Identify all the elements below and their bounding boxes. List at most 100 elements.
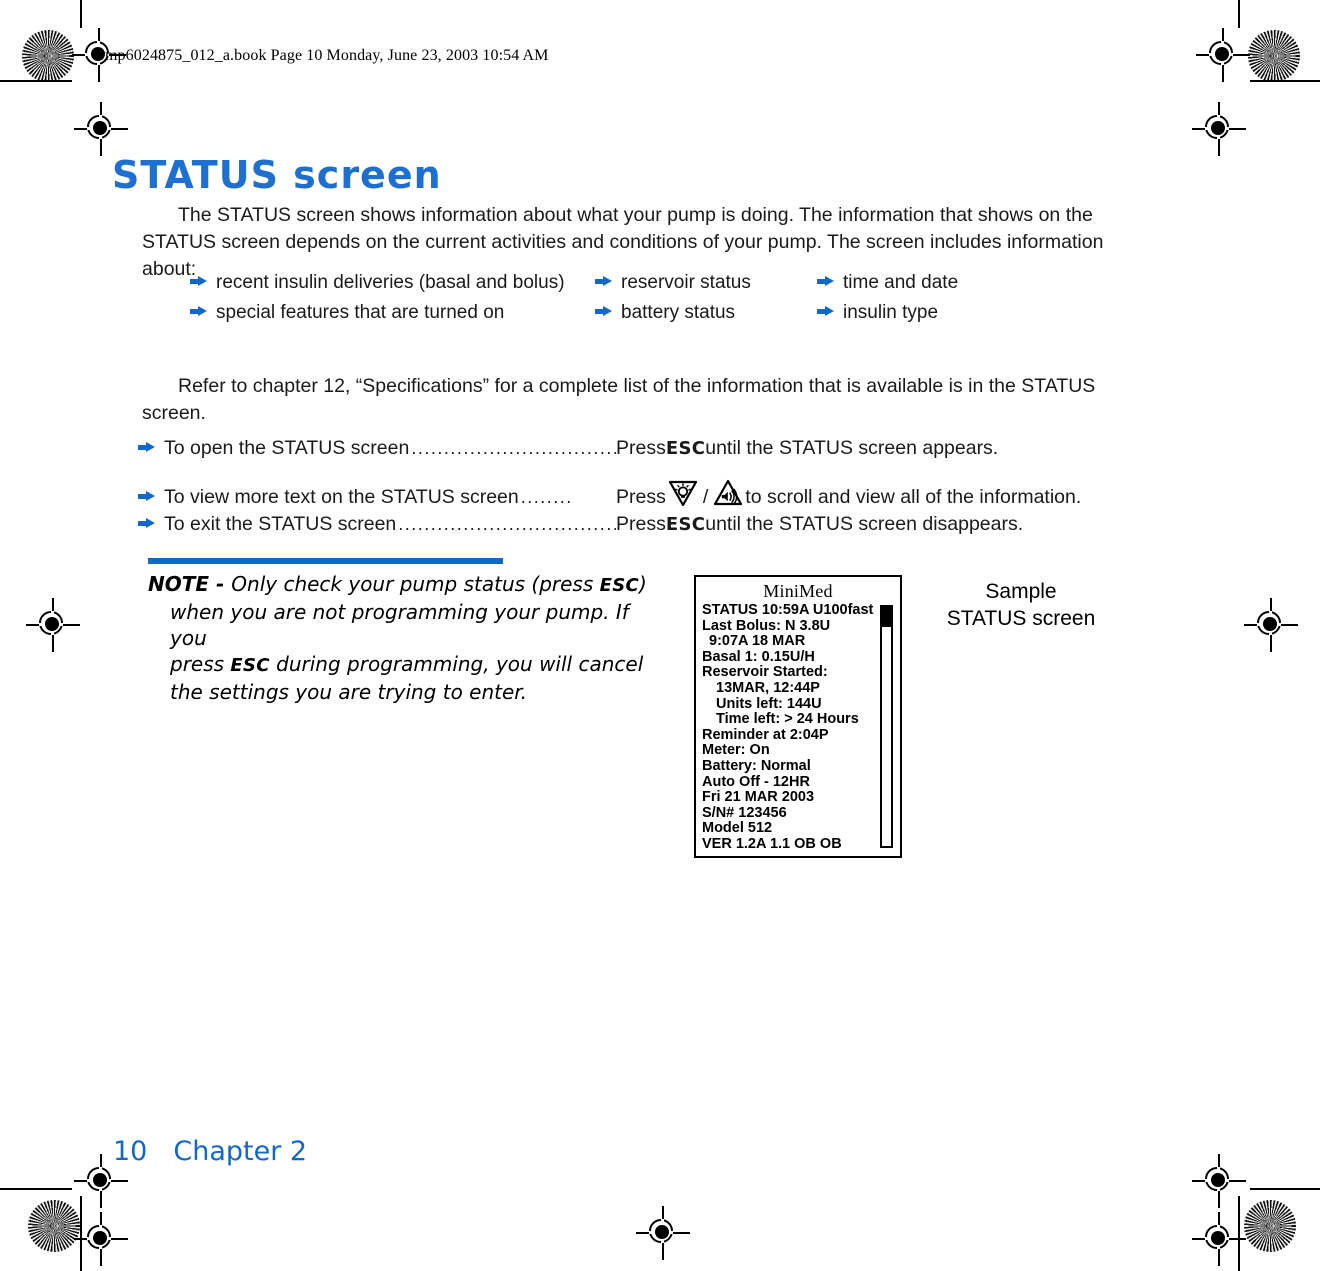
crop-line-bottom-right-h — [1250, 1188, 1320, 1190]
info-bullet-list: recent insulin deliveries (basal and bol… — [190, 272, 958, 324]
lcd-line: Auto Off - 12HR — [702, 773, 810, 790]
step-label-text: To open the STATUS screen — [164, 437, 410, 459]
registration-mark-middle-left — [26, 598, 80, 652]
list-item: insulin type — [817, 302, 958, 324]
list-item: special features that are turned on — [190, 302, 595, 324]
star-target-top-left — [22, 30, 74, 82]
list-item: time and date — [817, 272, 958, 294]
dot-leader: ..................................... — [398, 514, 616, 534]
esc-key-label: ESC — [665, 514, 706, 535]
note-line-3a: press — [170, 652, 231, 676]
registration-mark-bottom-center — [636, 1206, 690, 1260]
arrow-bullet-icon — [595, 306, 612, 317]
step-action-suffix: to scroll and view all of the informatio… — [745, 486, 1082, 508]
lcd-caption-line-2: STATUS screen — [946, 607, 1096, 630]
footer-chapter-label: Chapter 2 — [173, 1136, 308, 1167]
list-item-label: insulin type — [843, 302, 939, 323]
lcd-line: 13MAR, 12:44P — [716, 679, 820, 696]
crop-line-bottom-right-v — [1238, 1196, 1240, 1271]
arrow-bullet-icon — [190, 276, 207, 287]
esc-key-label: ESC — [599, 575, 640, 596]
backlight-down-button-icon — [668, 479, 698, 507]
dot-leader: .................................... — [411, 438, 616, 458]
registration-mark-top-right — [1192, 102, 1246, 156]
arrow-bullet-icon — [817, 276, 834, 287]
step-action: Press ESC until the STATUS screen disapp… — [616, 513, 1118, 536]
crop-line-top-right-v — [1238, 0, 1240, 28]
icon-separator: / — [702, 486, 709, 508]
lcd-line: Time left: > 24 Hours — [716, 711, 859, 728]
step-action-suffix: until the STATUS screen disappears. — [705, 513, 1024, 535]
lcd-brand-text: MiniMed — [763, 581, 833, 601]
crop-line-bottom-left-h — [0, 1188, 72, 1190]
dot-leader: ........ — [520, 487, 573, 507]
page-title: STATUS screen — [112, 153, 442, 198]
sound-up-button-icon — [713, 479, 743, 507]
lcd-status-lines: STATUS 10:59A U100fast Last Bolus: N 3.8… — [696, 602, 900, 853]
step-row-exit-status: To exit the STATUS screen ..............… — [138, 513, 1118, 551]
note-title: NOTE - — [148, 572, 232, 596]
step-action-suffix: until the STATUS screen appears. — [705, 437, 999, 459]
arrow-bullet-icon — [138, 442, 155, 453]
lcd-line: Units left: 144U — [716, 695, 822, 712]
esc-key-label: ESC — [230, 655, 270, 676]
note-line-1b: ) — [639, 572, 647, 596]
step-action: Press / to scroll and view all of the in… — [616, 475, 1118, 509]
task-steps-list: To open the STATUS screen ..............… — [138, 437, 1118, 551]
registration-mark-middle-right — [1244, 598, 1298, 652]
lcd-line: Meter: On — [702, 742, 770, 759]
lcd-scrollbar-thumb[interactable] — [882, 607, 891, 627]
lcd-scrollbar[interactable] — [880, 605, 893, 848]
lcd-line: Reminder at 2:04P — [702, 726, 829, 743]
step-action-prefix: Press — [616, 486, 666, 508]
step-action: Press ESC until the STATUS screen appear… — [616, 437, 1118, 460]
step-label: To exit the STATUS screen ..............… — [164, 513, 616, 536]
list-item-label: recent insulin deliveries (basal and bol… — [216, 272, 565, 293]
registration-mark-bottom-inner-left — [74, 1212, 128, 1266]
step-label-text: To exit the STATUS screen — [164, 513, 397, 535]
esc-key-label: ESC — [665, 438, 706, 459]
arrow-bullet-icon — [138, 491, 155, 502]
star-target-bottom-left — [28, 1200, 80, 1252]
note-line-4: the settings you are trying to enter. — [170, 680, 528, 704]
step-label: To view more text on the STATUS screen .… — [164, 486, 616, 509]
lcd-line: Model 512 — [702, 820, 773, 837]
star-target-bottom-right — [1244, 1200, 1296, 1252]
list-item: reservoir status — [595, 272, 817, 294]
lcd-line: Battery: Normal — [702, 757, 811, 774]
intro-paragraph: The STATUS screen shows information abou… — [142, 203, 1104, 280]
list-item: recent insulin deliveries (basal and bol… — [190, 272, 595, 294]
registration-mark-top-inner-right — [1196, 28, 1250, 82]
note-line-3: press ESC during programming, you will c… — [148, 651, 648, 679]
step-label-text: To view more text on the STATUS screen — [164, 486, 519, 508]
refer-paragraph: Refer to chapter 12, “Specifications” fo… — [142, 374, 1096, 424]
list-item-label: special features that are turned on — [216, 302, 505, 323]
arrow-bullet-icon — [817, 306, 834, 317]
crop-line-bottom-left-v — [80, 1196, 82, 1271]
page-footer: 10 Chapter 2 — [113, 1136, 307, 1167]
lcd-line: 9:07A 18 MAR — [709, 633, 806, 650]
lcd-caption-line-1: Sample — [985, 580, 1057, 603]
note-callout: NOTE - Only check your pump status (pres… — [148, 558, 648, 705]
arrow-bullet-icon — [190, 306, 207, 317]
note-text: NOTE - Only check your pump status (pres… — [148, 571, 648, 705]
lcd-line: Basal 1: 0.15U/H — [702, 648, 815, 665]
step-row-open-status: To open the STATUS screen ..............… — [138, 437, 1118, 475]
lcd-line: STATUS 10:59A U100fast — [702, 602, 874, 618]
note-rule-divider — [148, 558, 503, 564]
lcd-line: Fri 21 MAR 2003 — [702, 789, 815, 806]
note-line-3b: during programming, you will cancel — [269, 652, 644, 676]
lcd-brand-label: MiniMed — [696, 581, 900, 602]
step-action-prefix: Press — [616, 437, 666, 459]
arrow-bullet-icon — [595, 276, 612, 287]
pump-lcd-screen: MiniMed STATUS 10:59A U100fast Last Bolu… — [694, 575, 902, 858]
book-file-header: mp6024875_012_a.book Page 10 Monday, Jun… — [105, 47, 549, 64]
lcd-caption: Sample STATUS screen — [936, 578, 1106, 632]
star-target-top-right — [1248, 30, 1300, 82]
lcd-line: Last Bolus: N 3.8U — [702, 617, 831, 634]
note-line-2: when you are not programming your pump. … — [170, 600, 629, 650]
list-item-label: time and date — [843, 272, 959, 293]
step-action-prefix: Press — [616, 513, 666, 535]
step-label: To open the STATUS screen ..............… — [164, 437, 616, 460]
footer-page-number: 10 — [113, 1136, 148, 1167]
